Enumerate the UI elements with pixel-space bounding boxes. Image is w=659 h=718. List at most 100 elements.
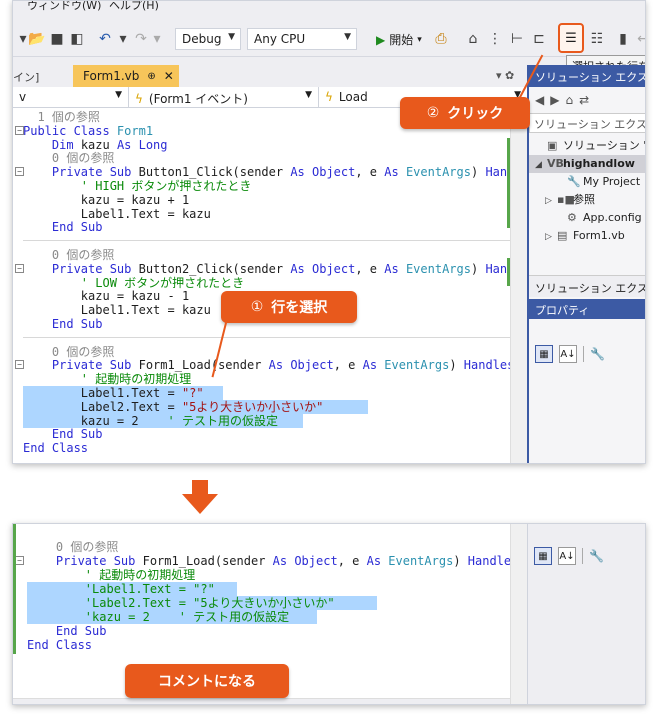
- code-line[interactable]: 0 個の参照: [23, 151, 114, 165]
- undo-icon[interactable]: ↶: [95, 29, 115, 49]
- tree-item-label: 参照: [573, 193, 595, 206]
- code-line[interactable]: Label1.Text = kazu: [23, 303, 211, 317]
- nav-events-select[interactable]: ϟ (Form1 イベント) ▼: [129, 87, 319, 107]
- code-token: Form1: [116, 123, 154, 138]
- sync-icon[interactable]: ⇄: [579, 93, 589, 107]
- solution-toolbar: ◀ ▶ ⌂ ⇄: [529, 87, 645, 113]
- code-line[interactable]: End Class: [27, 638, 92, 652]
- solution-tree-item[interactable]: ◢ VBhighandlow: [529, 155, 645, 173]
- home-icon[interactable]: ⌂: [565, 93, 573, 107]
- comment-out-lines-button[interactable]: ☰: [558, 23, 584, 53]
- solution-search-input[interactable]: ソリューション エクスプローラー の検索: [529, 113, 645, 133]
- code-line[interactable]: kazu = kazu - 1: [23, 289, 189, 303]
- undo-dropdown-icon[interactable]: ▾: [113, 29, 133, 49]
- editor-scrollbar[interactable]: [510, 108, 527, 463]
- tab-options-icon[interactable]: ▾ ✿: [496, 69, 514, 82]
- result-text: コメントになる: [158, 674, 256, 690]
- code-line[interactable]: Public Class Form1: [23, 124, 153, 138]
- code-line[interactable]: 'kazu = 2 ' テスト用の仮設定: [27, 610, 317, 624]
- code-line[interactable]: 1 個の参照: [23, 110, 99, 124]
- code-line[interactable]: ' LOW ボタンが押されたとき: [23, 276, 244, 290]
- alphabetical-icon[interactable]: A↓: [559, 345, 577, 363]
- solution-tree-item[interactable]: ▷ ▤ Form1.vb: [529, 227, 645, 245]
- save-all-icon[interactable]: ◧: [67, 29, 87, 49]
- code-line[interactable]: Label1.Text = kazu: [23, 207, 211, 221]
- code-line[interactable]: 0 個の参照: [27, 540, 118, 554]
- code-line[interactable]: Label2.Text = "5より大きいか小さいか": [23, 399, 368, 414]
- close-icon[interactable]: ✕: [164, 69, 174, 83]
- attach-icon[interactable]: ⎙: [431, 29, 451, 49]
- wrench-icon[interactable]: 🔧: [590, 347, 605, 361]
- code-line[interactable]: Label1.Text = "?": [23, 386, 223, 400]
- code-line[interactable]: 0 個の参照: [23, 345, 114, 359]
- fold-toggle-icon[interactable]: −: [15, 167, 24, 177]
- solution-tree: ▣ソリューション 'high◢VBhighandlow🔧My Project▷▪…: [529, 137, 645, 245]
- solution-explorer-tab[interactable]: ソリューション エクスプローラー: [529, 275, 645, 297]
- code-token: "?": [181, 386, 204, 400]
- forward-icon[interactable]: ▶: [550, 93, 559, 107]
- categorized-icon[interactable]: ▦: [534, 547, 552, 565]
- overflow-icon[interactable]: ⋮: [485, 29, 505, 49]
- start-button[interactable]: ▶ 開始 ▾: [376, 31, 422, 48]
- code-line[interactable]: 'Label2.Text = "5より大きいか小さいか": [27, 596, 377, 610]
- code-line[interactable]: ' HIGH ボタンが押されたとき: [23, 179, 252, 193]
- code-token: Public Class: [23, 123, 117, 138]
- fold-toggle-icon[interactable]: −: [15, 125, 24, 135]
- step-icon[interactable]: ⊢: [507, 29, 527, 49]
- tree-item-label: App.config: [583, 211, 642, 224]
- fold-toggle-icon[interactable]: −: [15, 556, 24, 565]
- code-line[interactable]: 'Label1.Text = "?": [27, 582, 237, 596]
- categorized-icon[interactable]: ▦: [535, 345, 553, 363]
- fold-toggle-icon[interactable]: −: [15, 263, 24, 273]
- editor-scrollbar[interactable]: [510, 524, 527, 704]
- code-line[interactable]: End Sub: [23, 427, 103, 441]
- solution-tree-item[interactable]: ⚙ App.config: [529, 209, 645, 227]
- expand-arrow-icon[interactable]: ▷: [545, 228, 557, 245]
- code-token: Handles: [463, 358, 510, 373]
- save-icon[interactable]: ■: [47, 29, 67, 49]
- open-folder-icon[interactable]: 📂: [27, 29, 47, 49]
- pin-icon[interactable]: ⊕: [147, 71, 155, 82]
- alphabetical-icon[interactable]: A↓: [558, 547, 576, 565]
- code-line[interactable]: End Class: [23, 441, 88, 455]
- code-line[interactable]: kazu = 2 ' テスト用の仮設定: [23, 413, 303, 428]
- menu-help[interactable]: ヘルプ(H): [109, 1, 159, 13]
- code-line[interactable]: End Sub: [23, 220, 103, 234]
- code-line[interactable]: Private Sub Form1_Load(sender As Object,…: [27, 554, 510, 568]
- indent-icon[interactable]: ⊏: [529, 29, 549, 49]
- code-line[interactable]: 0 個の参照: [23, 248, 114, 262]
- code-token: , e: [333, 358, 363, 373]
- back-icon[interactable]: ◀: [535, 93, 544, 107]
- menu-window[interactable]: ウィンドウ(W): [27, 1, 101, 13]
- code-editor[interactable]: 1 個の参照 Public Class Form1 Dim kazu As Lon…: [13, 108, 510, 463]
- code-token: "5より大きいか小さいか": [181, 399, 324, 414]
- tab-form1-vb[interactable]: Form1.vb ⊕ ✕: [73, 65, 179, 87]
- solution-tree-item[interactable]: 🔧 My Project: [529, 173, 645, 191]
- code-line[interactable]: ' 起動時の初期処理: [23, 372, 191, 386]
- code-line[interactable]: kazu = kazu + 1: [23, 193, 189, 207]
- fold-toggle-icon[interactable]: −: [15, 360, 24, 370]
- code-line[interactable]: Dim kazu As Long: [23, 138, 168, 152]
- code-line[interactable]: End Sub: [27, 624, 107, 638]
- nav-project-select[interactable]: v ▼: [13, 87, 129, 107]
- tab-previous[interactable]: イン]: [13, 69, 39, 85]
- wrench-icon[interactable]: 🔧: [589, 549, 604, 563]
- code-line[interactable]: Private Sub Button1_Click(sender As Obje…: [23, 165, 510, 179]
- expand-arrow-icon[interactable]: ◢: [535, 156, 547, 173]
- uncomment-lines-icon[interactable]: ☷: [587, 29, 607, 49]
- code-line[interactable]: Private Sub Button2_Click(sender As Obje…: [23, 262, 510, 276]
- code-line[interactable]: Private Sub Form1_Load(sender As Object,…: [23, 358, 510, 372]
- config-select[interactable]: Debug ▼: [175, 28, 241, 50]
- code-line[interactable]: ' 起動時の初期処理: [27, 568, 195, 582]
- platform-select[interactable]: Any CPU ▼: [247, 28, 357, 50]
- solution-tree-item[interactable]: ▣ ソリューション 'high: [529, 137, 645, 155]
- code-line[interactable]: End Sub: [23, 317, 103, 331]
- expand-arrow-icon[interactable]: ▷: [545, 192, 557, 209]
- home-icon[interactable]: ⌂: [463, 29, 483, 49]
- redo-dropdown-icon[interactable]: ▾: [147, 29, 167, 49]
- bookmark-icon[interactable]: ▮: [613, 29, 633, 49]
- solution-tree-item[interactable]: ▷ ▪■参照: [529, 191, 645, 209]
- code-token: Private Sub: [51, 261, 139, 276]
- bookmark-prev-icon[interactable]: ↩: [633, 29, 645, 49]
